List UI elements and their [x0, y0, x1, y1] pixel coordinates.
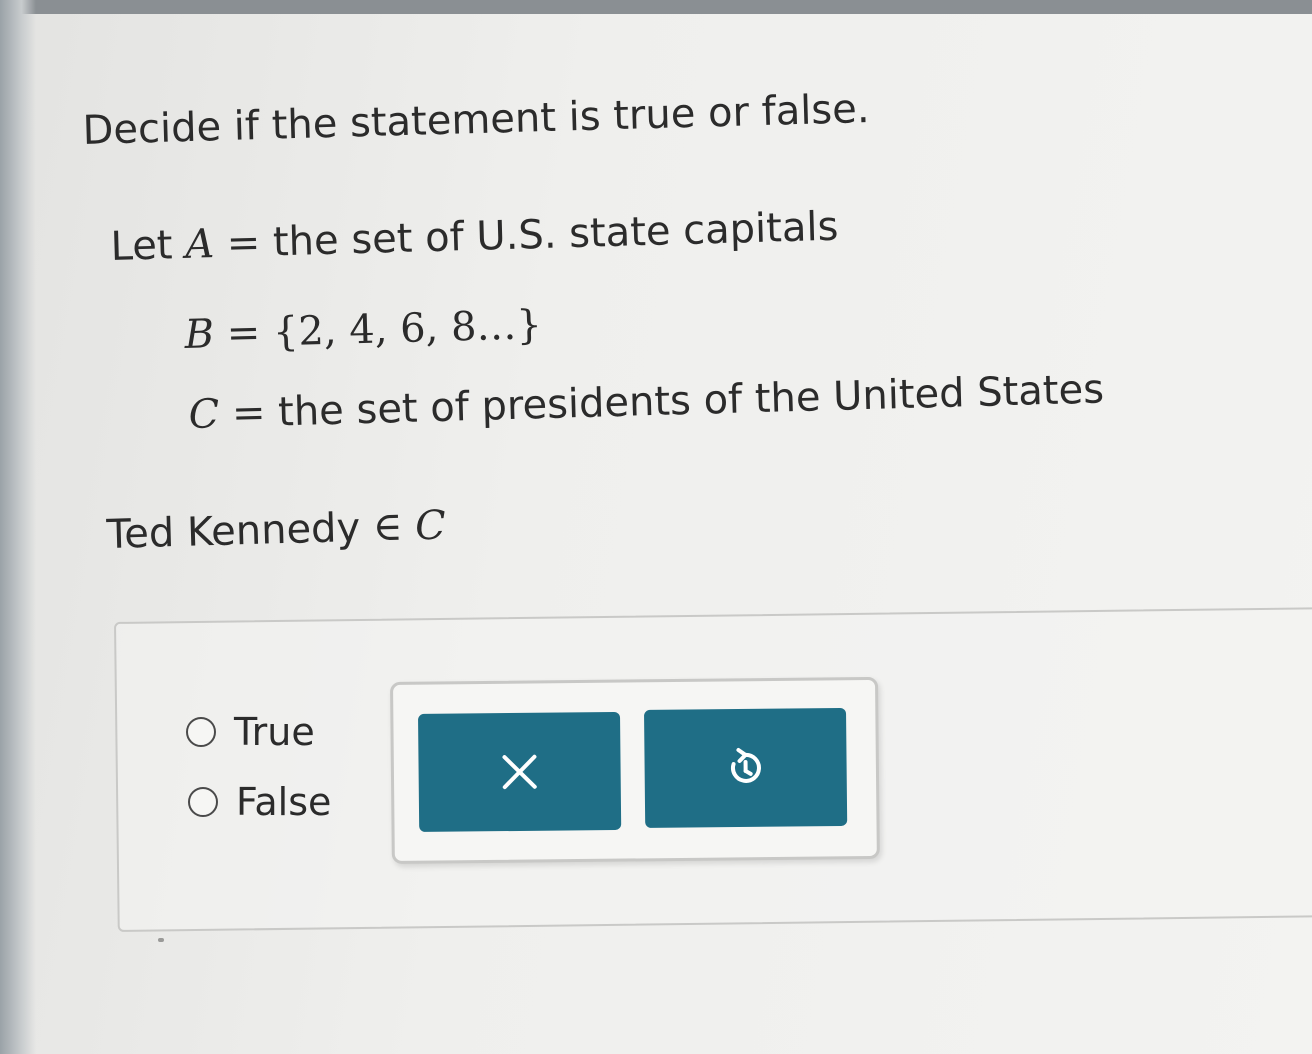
equals-sign: = — [226, 219, 261, 267]
set-c-symbol: C — [188, 391, 220, 438]
page: Decide if the statement is true or false… — [0, 0, 1312, 1054]
let-word: Let — [110, 222, 174, 270]
statement-set: C — [414, 502, 447, 550]
set-b-description: {2, 4, 6, 8…} — [272, 302, 543, 356]
clear-button[interactable] — [418, 711, 622, 832]
question-prompt: Decide if the statement is true or false… — [82, 86, 871, 154]
definition-a: Let A = the set of U.S. state capitals — [110, 204, 839, 270]
statement: Ted Kennedy ∈ C — [106, 503, 446, 558]
reset-button[interactable] — [644, 707, 848, 828]
screen-smudge — [158, 938, 164, 942]
option-true-label[interactable]: True — [234, 710, 315, 754]
definition-c: C = the set of presidents of the United … — [188, 366, 1105, 438]
option-false-label[interactable]: False — [236, 780, 331, 824]
set-b-symbol: B — [184, 311, 215, 358]
undo-icon — [731, 748, 761, 783]
set-a-description: the set of U.S. state capitals — [272, 203, 839, 266]
option-true[interactable]: True — [186, 710, 315, 754]
set-a-symbol: A — [184, 221, 215, 268]
radio-true[interactable] — [186, 717, 216, 747]
set-c-description: the set of presidents of the United Stat… — [277, 366, 1105, 436]
element-of-symbol: ∈ — [372, 503, 404, 551]
definition-b: B = {2, 4, 6, 8…} — [184, 302, 542, 358]
question-content: Decide if the statement is true or false… — [0, 0, 1312, 1054]
statement-subject: Ted Kennedy — [106, 504, 361, 558]
option-false[interactable]: False — [188, 780, 331, 824]
equals-sign: = — [226, 309, 261, 357]
radio-false[interactable] — [188, 787, 218, 817]
equals-sign: = — [231, 389, 267, 437]
close-icon — [502, 754, 537, 790]
